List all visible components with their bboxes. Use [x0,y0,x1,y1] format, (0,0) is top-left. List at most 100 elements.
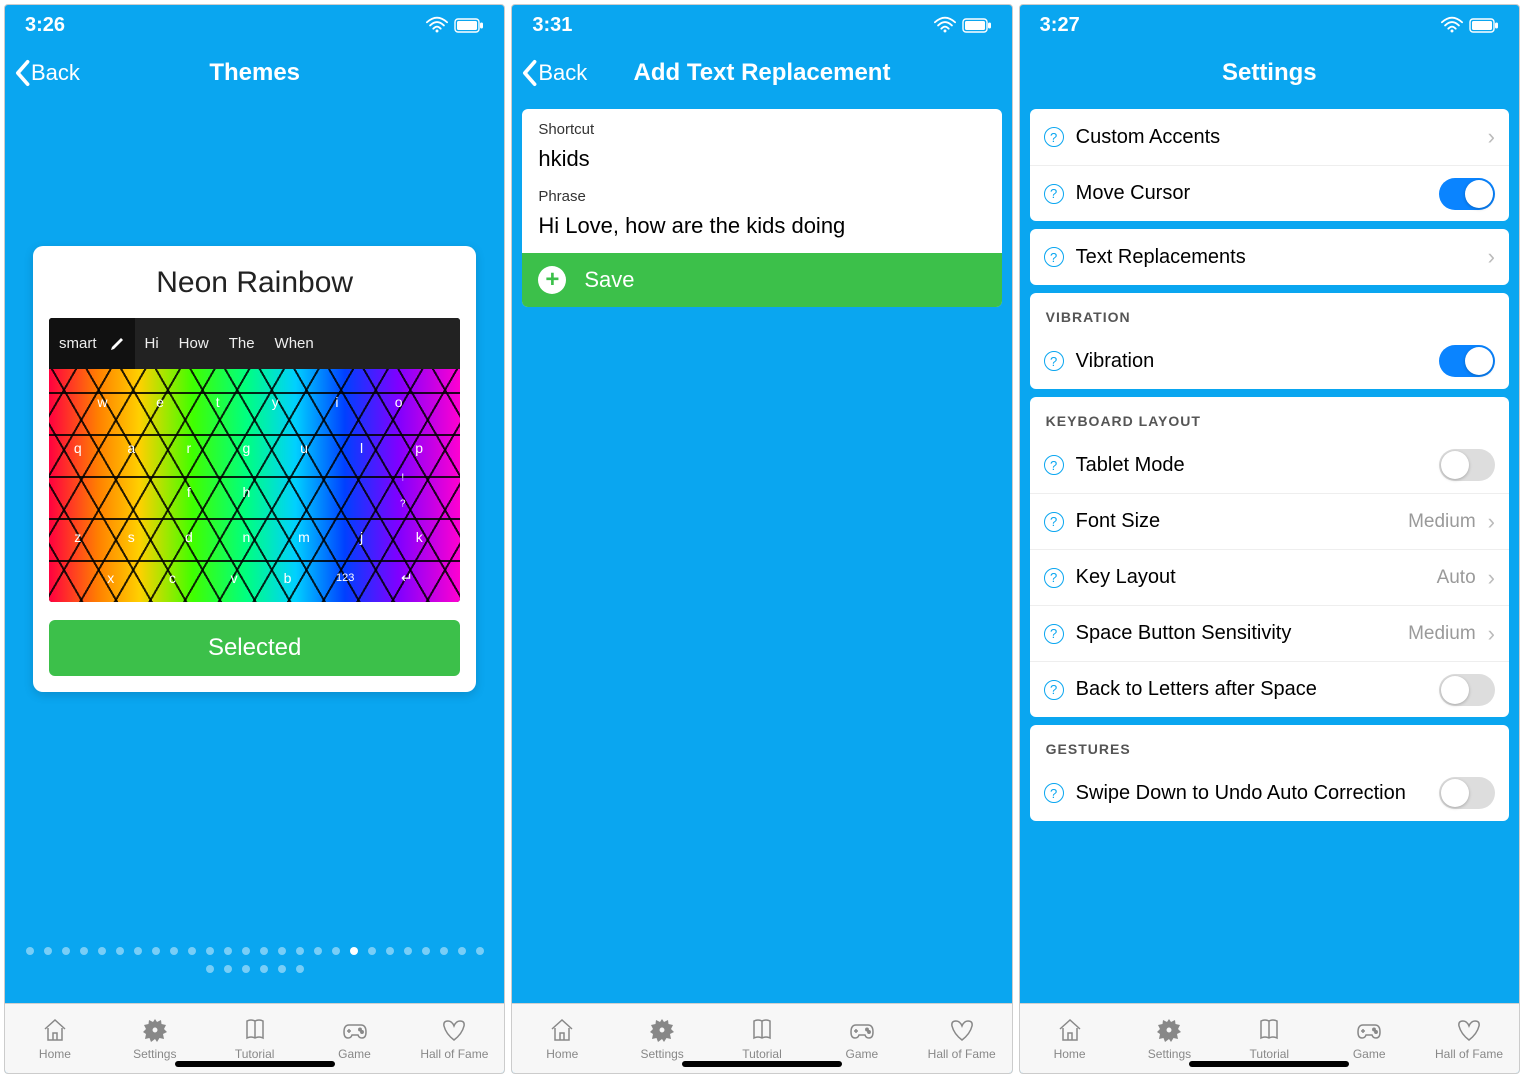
help-icon[interactable]: ? [1044,351,1064,371]
home-indicator[interactable] [175,1061,335,1067]
page-dot[interactable] [260,947,268,955]
back-button[interactable]: Back [13,59,80,87]
tab-label: Home [39,1047,71,1061]
page-dot[interactable] [242,947,250,955]
status-bar: 3:27 [1020,5,1519,45]
page-dot[interactable] [314,947,322,955]
shortcut-input[interactable]: hkids [538,146,985,172]
tab-hall-of-fame[interactable]: Hall of Fame [404,1004,504,1073]
help-icon[interactable]: ? [1044,512,1064,532]
page-dot[interactable] [62,947,70,955]
screen-add-text-replacement: 3:31 Back Add Text Replacement Shortcut … [511,4,1012,1074]
page-dot[interactable] [440,947,448,955]
row-label: Back to Letters after Space [1076,667,1427,712]
home-indicator[interactable] [1189,1061,1349,1067]
tab-home[interactable]: Home [5,1004,105,1073]
back-button[interactable]: Back [520,59,587,87]
page-dot[interactable] [44,947,52,955]
page-dot[interactable] [188,947,196,955]
page-dot[interactable] [278,965,286,973]
tutorial-icon [748,1016,776,1044]
tab-home[interactable]: Home [1020,1004,1120,1073]
home-indicator[interactable] [682,1061,842,1067]
keyboard-letters: wetyio qargulp fh!? zsdnmjk xcvb123↵ [49,369,460,602]
suggestion[interactable]: Hi [135,335,169,352]
help-icon[interactable]: ? [1044,680,1064,700]
tab-label: Hall of Fame [1435,1047,1503,1061]
page-dot[interactable] [152,947,160,955]
page-dot[interactable] [98,947,106,955]
settings-list[interactable]: ?Custom Accents›?Move Cursor?Text Replac… [1020,101,1519,1003]
phrase-section[interactable]: Phrase Hi Love, how are the kids doing [522,186,1001,253]
page-dot[interactable] [278,947,286,955]
page-dot[interactable] [476,947,484,955]
page-dot[interactable] [206,947,214,955]
page-dot[interactable] [404,947,412,955]
settings-row[interactable]: ?Swipe Down to Undo Auto Correction [1030,765,1509,821]
page-dot[interactable] [206,965,214,973]
suggestion[interactable]: When [265,335,324,352]
row-label: Move Cursor [1076,171,1427,216]
tab-hall-of-fame[interactable]: Hall of Fame [1419,1004,1519,1073]
toggle-switch[interactable] [1439,777,1495,809]
theme-name: Neon Rainbow [49,266,460,300]
settings-row[interactable]: ?Font SizeMedium› [1030,493,1509,549]
row-label: Custom Accents [1076,115,1476,160]
help-icon[interactable]: ? [1044,783,1064,803]
page-dot[interactable] [386,947,394,955]
tab-label: Home [546,1047,578,1061]
suggestion[interactable]: The [219,335,265,352]
page-dot[interactable] [170,947,178,955]
page-dot[interactable] [134,947,142,955]
tab-label: Settings [640,1047,683,1061]
page-dot[interactable] [422,947,430,955]
help-icon[interactable]: ? [1044,568,1064,588]
status-icons [426,16,484,34]
page-dot[interactable] [368,947,376,955]
selected-button[interactable]: Selected [49,620,460,676]
settings-row[interactable]: ? Back to Letters after Space [1030,661,1509,717]
page-dot[interactable] [296,947,304,955]
pencil-icon [109,336,125,352]
suggestion[interactable]: How [169,335,219,352]
page-dot[interactable] [116,947,124,955]
shortcut-section[interactable]: Shortcut hkids [522,109,1001,186]
page-dot[interactable] [80,947,88,955]
hall-of-fame-icon [440,1016,468,1044]
page-dot[interactable] [224,965,232,973]
toggle-switch[interactable] [1439,449,1495,481]
settings-row[interactable]: ?Key LayoutAuto› [1030,549,1509,605]
settings-row[interactable]: ? Move Cursor [1030,165,1509,221]
toggle-switch[interactable] [1439,178,1495,210]
page-indicator[interactable] [5,947,504,973]
help-icon[interactable]: ? [1044,127,1064,147]
page-dot[interactable] [296,965,304,973]
page-dot[interactable] [26,947,34,955]
tab-hall-of-fame[interactable]: Hall of Fame [912,1004,1012,1073]
save-button[interactable]: + Save [522,253,1001,307]
settings-row[interactable]: ?Space Button SensitivityMedium› [1030,605,1509,661]
page-dot[interactable] [350,947,358,955]
tab-home[interactable]: Home [512,1004,612,1073]
help-icon[interactable]: ? [1044,624,1064,644]
settings-row[interactable]: ?Custom Accents› [1030,109,1509,165]
toggle-switch[interactable] [1439,674,1495,706]
settings-row[interactable]: ?Tablet Mode [1030,437,1509,493]
help-icon[interactable]: ? [1044,455,1064,475]
page-title: Add Text Replacement [634,59,891,87]
settings-row[interactable]: ?Vibration [1030,333,1509,389]
page-dot[interactable] [332,947,340,955]
page-dot[interactable] [458,947,466,955]
help-icon[interactable]: ? [1044,184,1064,204]
page-dot[interactable] [242,965,250,973]
settings-row[interactable]: ?Text Replacements› [1030,229,1509,285]
page-dot[interactable] [224,947,232,955]
keyboard-smart-tab[interactable]: smart [49,318,135,369]
page-title: Themes [209,59,300,87]
toggle-switch[interactable] [1439,345,1495,377]
help-icon[interactable]: ? [1044,247,1064,267]
tab-label: Game [845,1047,878,1061]
page-dot[interactable] [260,965,268,973]
phrase-input[interactable]: Hi Love, how are the kids doing [538,213,985,239]
battery-icon [1469,18,1499,33]
